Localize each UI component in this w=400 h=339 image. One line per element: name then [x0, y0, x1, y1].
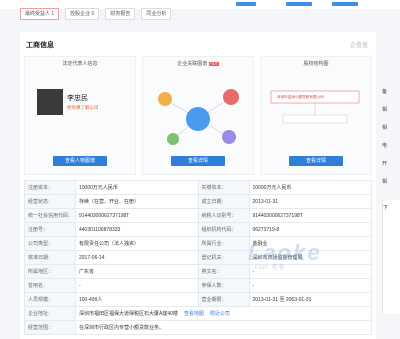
row-value: 存续（在营、开业、在册）	[75, 194, 199, 209]
table-row: 统一社会信用代码： 91440300062737198T 纳税人识别号： 914…	[24, 208, 372, 223]
row-label: 注册号：	[24, 222, 76, 237]
row-value: 有限责任公司（法人独资）	[75, 236, 199, 251]
sidebar-item[interactable]: 相	[382, 124, 400, 142]
person-graph-button[interactable]: 查看人物图谱	[53, 156, 107, 166]
tab-holdings[interactable]: 控股企业 0	[65, 8, 100, 20]
row-value: 91440300062737198T	[75, 208, 199, 223]
map-detail-button[interactable]: 查看详情	[171, 156, 225, 166]
legal-rep-card: 法定代表人信息 李忠民 他有棵了解公司 查看人物图谱	[24, 56, 136, 175]
sub-tabs: 最终受益人 1 控股企业 0 财务报告 同业分析	[20, 8, 172, 20]
qcc-logo: 企查查	[349, 43, 368, 49]
row-value: 2013-01-31	[248, 194, 372, 209]
laoke-watermark-sub: .com 老客	[252, 265, 286, 271]
map-title-text: 企业关联图谱	[177, 61, 208, 67]
row-label: 实缴资本：	[197, 180, 250, 195]
row-value: -	[248, 278, 372, 293]
section-title: 工商信息	[26, 42, 54, 49]
sidebar-item[interactable]: 相	[382, 178, 400, 196]
right-sidebar: 备 相 相 电 开 相	[382, 88, 400, 196]
row-value: 2013-01-31 至 2063-01-31	[248, 292, 372, 307]
rep-sub-link[interactable]: 他有棵了解公司	[67, 105, 99, 111]
tab-financial[interactable]: 财务报告	[105, 8, 136, 20]
table-row: 经营范围： 在深圳市行政区内专营小额贷款业务。	[24, 320, 372, 335]
avatar	[37, 89, 63, 115]
row-label: 经营范围：	[24, 320, 76, 335]
tab-beneficiary[interactable]: 最终受益人 1	[20, 8, 60, 20]
row-label: 注册资本：	[24, 180, 76, 195]
row-label: 所属地区：	[24, 264, 76, 279]
relation-map-card: 企业关联图谱 HOT 查看详情	[142, 56, 254, 175]
legal-card-title: 法定代表人信息	[62, 61, 98, 67]
row-value: 2017-06-14	[75, 250, 199, 265]
row-label: 统一社会信用代码：	[24, 208, 76, 223]
rep-name[interactable]: 李忠民	[67, 93, 88, 103]
row-label: 曾用名：	[24, 278, 76, 293]
row-value: -	[75, 278, 199, 293]
row-label: 人员规模：	[24, 292, 76, 307]
address-cell: 深圳市福田区福保大道保税区石大厦A座40楼 查看地图 附近公司	[75, 306, 372, 321]
table-row: 人员规模： 100-499人 营业期限： 2013-01-31 至 2063-0…	[24, 292, 372, 307]
row-label: 公司类型：	[24, 236, 76, 251]
row-label: 所属行业：	[197, 236, 250, 251]
sidebar-item[interactable]: 下	[383, 204, 400, 211]
row-label: 企业地址：	[24, 306, 76, 321]
relation-graph-icon	[158, 89, 239, 145]
right-sidebar-panel: 下	[382, 200, 400, 314]
map-link[interactable]: 查看地图	[184, 311, 204, 317]
tab-industry[interactable]: 同业分析	[141, 8, 172, 20]
table-row: 企业地址： 深圳市福田区福保大道保税区石大厦A座40楼 查看地图 附近公司	[24, 306, 372, 321]
table-row: 所属地区： 广东省 英文名： -	[24, 264, 372, 279]
row-value: 91440300062737198T	[248, 208, 372, 223]
row-label: 英文名：	[197, 264, 250, 279]
structure-chart-icon	[270, 90, 360, 124]
row-label: 纳税人识别号：	[197, 208, 250, 223]
row-value: 440301106878333	[75, 222, 199, 237]
row-value: 10000万元人民币	[75, 180, 199, 195]
equity-structure-card: 股权结构图 深圳市金润小额贷款有限公司 查看详情	[260, 56, 372, 175]
row-value: 10000万元人民币	[248, 180, 372, 195]
nearby-link[interactable]: 附近公司	[210, 311, 230, 317]
row-value: 广东省	[75, 264, 199, 279]
structure-company: 深圳市金润小额贷款有限公司	[277, 95, 324, 99]
row-label: 成立日期：	[197, 194, 250, 209]
row-label: 参保人数：	[197, 278, 250, 293]
sidebar-item[interactable]: 电	[382, 142, 400, 160]
row-label: 经营状态：	[24, 194, 76, 209]
row-label: 登记机关：	[197, 250, 250, 265]
business-info-panel: 工商信息 企查查 法定代表人信息 李忠民 他有棵了解公司 查看人物图谱 企业关联…	[20, 32, 376, 339]
structure-detail-button[interactable]: 查看详情	[289, 156, 343, 166]
row-value: 100-499人	[75, 292, 199, 307]
sidebar-item[interactable]: 相	[382, 106, 400, 124]
top-highlight	[286, 2, 312, 6]
structure-card-title: 股权结构图	[303, 61, 329, 67]
hot-badge: HOT	[209, 61, 219, 66]
map-card-title: 企业关联图谱 HOT	[143, 60, 253, 67]
table-row: 曾用名： - 参保人数： -	[24, 278, 372, 293]
table-row: 经营状态： 存续（在营、开业、在册） 成立日期： 2013-01-31	[24, 194, 372, 209]
row-label: 核准日期：	[24, 250, 76, 265]
row-value: 06273719-8	[248, 222, 372, 237]
top-highlight	[332, 2, 358, 6]
table-row: 注册资本： 10000万元人民币 实缴资本： 10000万元人民币	[24, 180, 372, 195]
table-row: 注册号： 440301106878333 组织机构代码： 06273719-8	[24, 222, 372, 237]
top-highlight	[236, 2, 256, 6]
row-label: 营业期限：	[197, 292, 250, 307]
sidebar-item[interactable]: 备	[382, 88, 400, 106]
row-value: 在深圳市行政区内专营小额贷款业务。	[75, 320, 372, 335]
sidebar-item[interactable]: 开	[382, 160, 400, 178]
address-value: 深圳市福田区福保大道保税区石大厦A座40楼	[79, 311, 178, 317]
row-label: 组织机构代码：	[197, 222, 250, 237]
